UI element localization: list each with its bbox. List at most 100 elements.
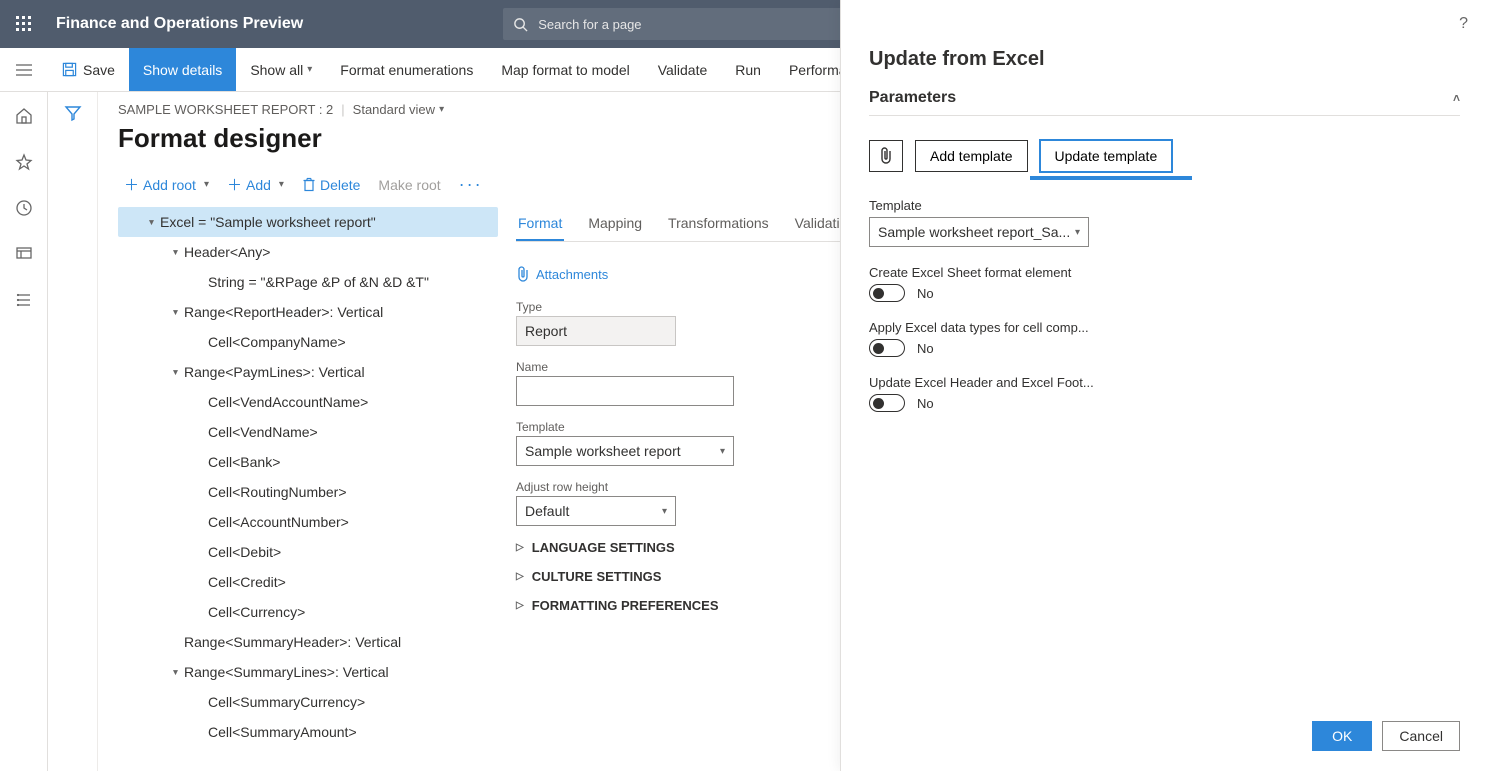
tree-node-label: Cell<RoutingNumber> xyxy=(208,484,347,500)
plus-icon: ＋ xyxy=(227,174,242,195)
run-label: Run xyxy=(735,62,761,78)
map-to-model-button[interactable]: Map format to model xyxy=(487,48,643,91)
update-from-excel-panel: ? Update from Excel Parameters ˄ Add tem… xyxy=(840,0,1488,771)
template-select[interactable]: Sample worksheet report ▾ xyxy=(516,436,734,466)
make-root-label: Make root xyxy=(378,177,440,193)
app-title: Finance and Operations Preview xyxy=(56,15,303,33)
tree-node-label: Range<PaymLines>: Vertical xyxy=(184,364,365,380)
panel-template-select[interactable]: Sample worksheet report_Sa... ▾ xyxy=(869,217,1089,247)
tab-format[interactable]: Format xyxy=(516,207,564,241)
tree-node[interactable]: Cell<Currency> xyxy=(118,597,498,627)
create-sheet-toggle[interactable] xyxy=(869,284,905,302)
tree-node[interactable]: Cell<Bank> xyxy=(118,447,498,477)
expander-icon[interactable]: ▴ xyxy=(162,307,178,318)
apply-types-toggle[interactable] xyxy=(869,339,905,357)
tab-mapping[interactable]: Mapping xyxy=(586,207,644,241)
cancel-label: Cancel xyxy=(1399,728,1443,744)
update-template-button[interactable]: Update template xyxy=(1040,140,1173,172)
parameters-label: Parameters xyxy=(869,89,956,107)
ok-label: OK xyxy=(1332,728,1352,744)
add-root-button[interactable]: ＋ Add root ▾ xyxy=(118,168,215,201)
run-button[interactable]: Run xyxy=(721,48,775,91)
plus-icon: ＋ xyxy=(124,174,139,195)
tree-node[interactable]: Cell<RoutingNumber> xyxy=(118,477,498,507)
tree-node[interactable]: Range<SummaryHeader>: Vertical xyxy=(118,627,498,657)
attachment-button[interactable] xyxy=(869,140,903,172)
tree-node[interactable]: ▴Header<Any> xyxy=(118,237,498,267)
paperclip-icon xyxy=(516,266,530,282)
tab-transformations[interactable]: Transformations xyxy=(666,207,771,241)
tree-node[interactable]: Cell<Credit> xyxy=(118,567,498,597)
save-button[interactable]: Save xyxy=(48,48,129,91)
formatting-prefs-label: FORMATTING PREFERENCES xyxy=(532,598,719,613)
show-details-button[interactable]: Show details xyxy=(129,48,236,91)
save-icon xyxy=(62,62,77,77)
tree-node[interactable]: Cell<SummaryCurrency> xyxy=(118,687,498,717)
breadcrumb-report: SAMPLE WORKSHEET REPORT : 2 xyxy=(118,102,333,117)
tree-node[interactable]: ▴ Range<PaymLines>: Vertical xyxy=(118,357,498,387)
filter-icon[interactable] xyxy=(64,104,82,122)
tree-node-label: Cell<AccountNumber> xyxy=(208,514,349,530)
add-template-button[interactable]: Add template xyxy=(915,140,1028,172)
save-label: Save xyxy=(83,62,115,78)
type-input xyxy=(516,316,676,346)
name-input[interactable] xyxy=(516,376,734,406)
global-search[interactable] xyxy=(503,8,863,40)
tree-node-label: String = "&RPage &P of &N &D &T" xyxy=(208,274,429,290)
format-enum-label: Format enumerations xyxy=(340,62,473,78)
format-enumerations-button[interactable]: Format enumerations xyxy=(326,48,487,91)
ok-button[interactable]: OK xyxy=(1312,721,1372,751)
help-icon[interactable]: ? xyxy=(1459,15,1468,33)
cancel-button[interactable]: Cancel xyxy=(1382,721,1460,751)
expander-icon[interactable]: ▴ xyxy=(162,667,178,678)
triangle-right-icon: ▷ xyxy=(516,571,524,582)
resize-handle-icon[interactable] xyxy=(496,487,498,509)
update-headerfooter-toggle[interactable] xyxy=(869,394,905,412)
search-input[interactable] xyxy=(536,16,853,33)
tree-node[interactable]: Cell<Debit> xyxy=(118,537,498,567)
triangle-right-icon: ▷ xyxy=(516,600,524,611)
language-settings-label: LANGUAGE SETTINGS xyxy=(532,540,675,555)
add-template-label: Add template xyxy=(930,148,1013,164)
validate-button[interactable]: Validate xyxy=(644,48,722,91)
chevron-down-icon: ▾ xyxy=(662,506,667,517)
chevron-down-icon: ▾ xyxy=(279,179,284,190)
view-selector[interactable]: Standard view ▾ xyxy=(353,102,444,117)
tree-node-label: Cell<Debit> xyxy=(208,544,281,560)
delete-button[interactable]: Delete xyxy=(296,171,366,199)
triangle-right-icon: ▷ xyxy=(516,542,524,553)
culture-settings-label: CULTURE SETTINGS xyxy=(532,569,662,584)
show-all-button[interactable]: Show all ▾ xyxy=(236,48,326,91)
create-sheet-label: Create Excel Sheet format element xyxy=(869,265,1460,280)
tree-node[interactable]: ▴Excel = "Sample worksheet report" xyxy=(118,207,498,237)
workspace-icon[interactable] xyxy=(12,242,36,266)
tree-node[interactable]: ▴Range<ReportHeader>: Vertical xyxy=(118,297,498,327)
star-icon[interactable] xyxy=(12,150,36,174)
tree-node[interactable]: Cell<VendName> xyxy=(118,417,498,447)
tree-node[interactable]: Cell<CompanyName> xyxy=(118,327,498,357)
attachments-label: Attachments xyxy=(536,267,608,282)
home-icon[interactable] xyxy=(12,104,36,128)
tree-node[interactable]: Cell<VendAccountName> xyxy=(118,387,498,417)
expander-icon[interactable]: ▴ xyxy=(162,247,178,258)
tree-node[interactable]: String = "&RPage &P of &N &D &T" xyxy=(118,267,498,297)
panel-template-value: Sample worksheet report_Sa... xyxy=(878,224,1070,240)
format-tree[interactable]: ▴Excel = "Sample worksheet report"▴Heade… xyxy=(118,207,498,771)
more-button[interactable]: ··· xyxy=(453,168,489,201)
trash-icon xyxy=(302,177,316,192)
row-height-select[interactable]: Default ▾ xyxy=(516,496,676,526)
tree-node[interactable]: Cell<SummaryAmount> xyxy=(118,717,498,747)
tree-node-label: Cell<CompanyName> xyxy=(208,334,346,350)
recent-icon[interactable] xyxy=(12,196,36,220)
tree-node[interactable]: Cell<AccountNumber> xyxy=(118,507,498,537)
hamburger-icon[interactable] xyxy=(0,48,48,91)
expander-icon[interactable]: ▴ xyxy=(138,217,154,228)
filter-rail xyxy=(48,92,98,771)
tree-node[interactable]: ▴Range<SummaryLines>: Vertical xyxy=(118,657,498,687)
modules-icon[interactable] xyxy=(12,288,36,312)
expander-icon[interactable]: ▴ xyxy=(162,367,178,378)
app-launcher-icon[interactable] xyxy=(0,0,48,48)
update-headerfooter-label: Update Excel Header and Excel Foot... xyxy=(869,375,1460,390)
add-button[interactable]: ＋ Add ▾ xyxy=(221,168,290,201)
parameters-section[interactable]: Parameters ˄ xyxy=(869,89,1460,116)
